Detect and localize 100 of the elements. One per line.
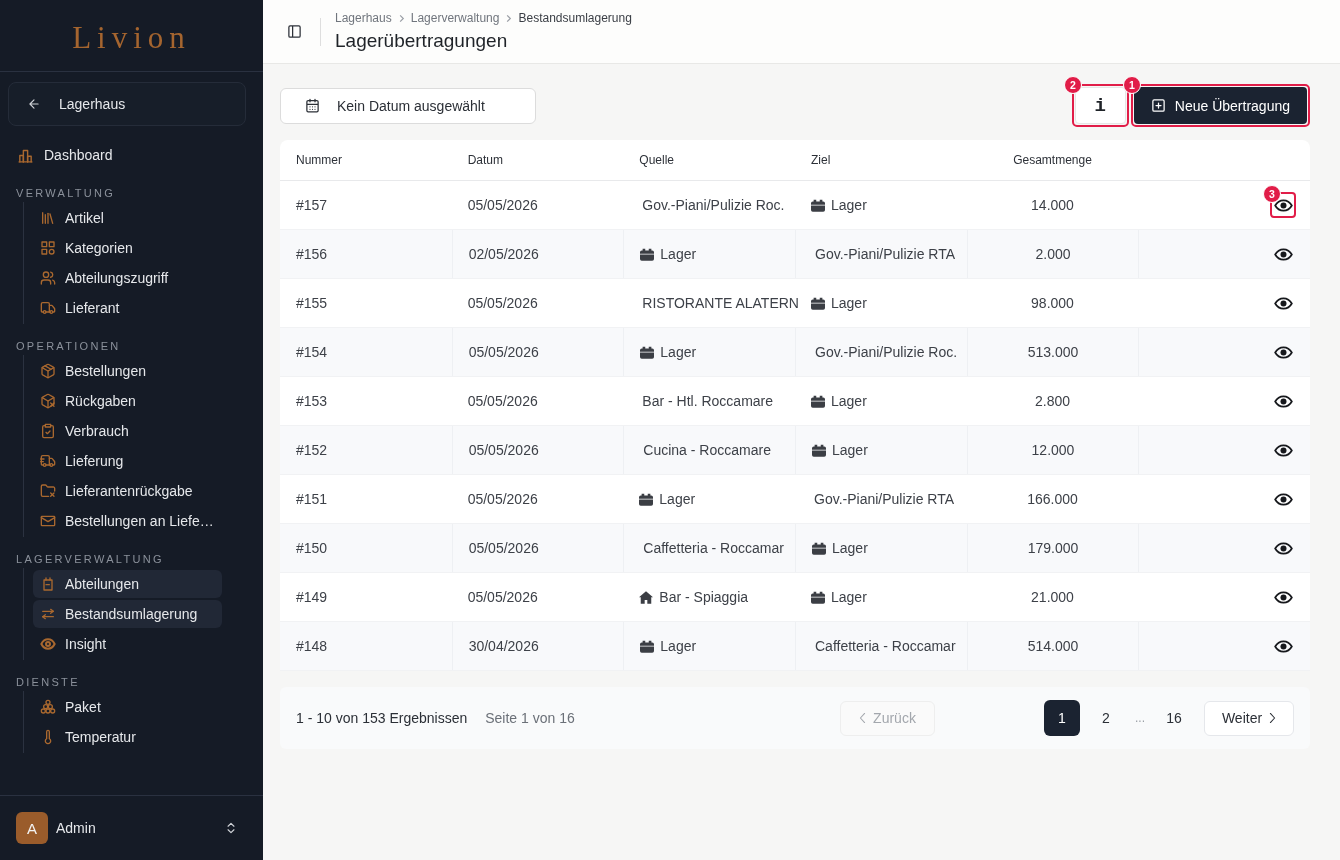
eye-icon: [1273, 443, 1293, 457]
arrow-left-icon: [27, 97, 41, 111]
nav-item[interactable]: Dashboard: [16, 141, 205, 169]
books-icon: [40, 210, 56, 226]
nav-item[interactable]: Insight: [33, 630, 222, 658]
briefcase-icon: [640, 247, 655, 261]
transfer-date: 05/05/2026: [467, 295, 538, 311]
transfer-date: 05/05/2026: [468, 442, 539, 458]
transfer-number: #151: [296, 491, 328, 507]
nav-item[interactable]: Kategorien: [33, 234, 222, 262]
page-button[interactable]: 16: [1156, 700, 1192, 736]
briefcase-icon: [811, 296, 825, 310]
transfer-date: 05/05/2026: [468, 344, 539, 360]
package-x-icon: [40, 393, 56, 409]
nav-item[interactable]: Lieferant: [33, 294, 222, 322]
source-location: Bar - Spiaggia: [659, 589, 749, 605]
total-quantity: 2.800: [1034, 393, 1070, 409]
nav-item[interactable]: Paket: [33, 693, 222, 721]
page-indicator: Seite 1 von 16: [485, 710, 575, 726]
section-title: LAGERVERWALTUNG: [16, 552, 165, 567]
nav-item[interactable]: Artikel: [33, 204, 222, 232]
eye-icon: [1273, 345, 1293, 359]
callout-badge: 2: [1063, 76, 1082, 94]
total-quantity: 179.000: [1027, 540, 1079, 556]
date-filter-button[interactable]: Kein Datum ausgewählt: [280, 87, 536, 124]
nav-item[interactable]: Rückgaben: [33, 387, 222, 415]
transfer-date: 30/04/2026: [468, 638, 539, 654]
destination-location: Lager: [832, 442, 868, 458]
source-location: Lager: [660, 344, 697, 360]
stacked-circles-icon: [40, 699, 56, 715]
destination-location: Lager: [831, 589, 867, 605]
back-button[interactable]: Lagerhaus: [8, 82, 246, 126]
chevron-right-icon: [504, 13, 514, 23]
transfer-date: 05/05/2026: [467, 589, 538, 605]
grid-icon: [40, 240, 56, 256]
transfer-number: #152: [296, 442, 328, 458]
breadcrumb-link[interactable]: Lagerhaus: [335, 11, 392, 25]
source-location: Lager: [660, 638, 697, 654]
house-icon: [639, 590, 654, 604]
source-location: RISTORANTE ALATERN: [642, 295, 799, 311]
breadcrumb-link[interactable]: Bestandsumlagerung: [518, 11, 632, 25]
briefcase-icon: [640, 639, 655, 653]
nav-item[interactable]: Verbrauch: [33, 417, 222, 445]
page-button[interactable]: 1: [1044, 700, 1080, 736]
destination-location: Lager: [831, 197, 867, 213]
source-location: Caffetteria - Roccamar: [643, 540, 784, 556]
nav-item[interactable]: Abteilungen: [33, 570, 222, 598]
briefcase-icon: [640, 345, 655, 359]
transfer-date: 05/05/2026: [467, 491, 538, 507]
transfer-number: #149: [296, 589, 328, 605]
column-header: Nummer: [296, 153, 342, 167]
users-icon: [40, 270, 56, 286]
eye-icon: [1273, 198, 1293, 212]
nav-item[interactable]: Temperatur: [33, 723, 222, 751]
total-quantity: 12.000: [1031, 442, 1075, 458]
total-quantity: 98.000: [1031, 295, 1074, 311]
eye-icon: [40, 636, 56, 652]
destination-location: Lager: [831, 295, 867, 311]
transfer-number: #157: [296, 197, 328, 213]
chevron-right-icon: [1269, 712, 1277, 724]
transfer-number: #154: [296, 344, 328, 360]
eye-icon: [1273, 296, 1293, 310]
column-header: Gesamtmenge: [1013, 153, 1092, 167]
nav-item[interactable]: Bestellungen: [33, 357, 222, 385]
destination-location: Gov.-Piani/Pulizie RTA: [815, 246, 956, 262]
logo: Livion: [72, 19, 191, 56]
mail-icon: [40, 513, 56, 529]
destination-location: Caffetteria - Roccamar: [815, 638, 956, 654]
source-location: Lager: [660, 246, 697, 262]
nav-item[interactable]: Bestellungen an Liefe…: [33, 507, 222, 535]
total-quantity: 513.000: [1027, 344, 1079, 360]
transfer-date: 02/05/2026: [468, 246, 539, 262]
column-header: Datum: [467, 153, 503, 167]
nav-item[interactable]: Lieferung: [33, 447, 222, 475]
calendar-icon: [305, 98, 320, 113]
nav-item[interactable]: Bestandsumlagerung: [33, 600, 222, 628]
callout-badge: 1: [1122, 76, 1141, 94]
chevron-left-icon: [859, 712, 867, 724]
truck-icon: [40, 300, 56, 316]
nav-item[interactable]: Lieferantenrückgabe: [33, 477, 222, 505]
package-icon: [40, 363, 56, 379]
destination-location: Lager: [831, 393, 867, 409]
arrows-left-right-icon: [40, 606, 56, 622]
user-avatar: A: [16, 812, 48, 844]
page-button[interactable]: 2: [1088, 700, 1124, 736]
folder-x-icon: [40, 483, 56, 499]
results-count: 1 - 10 von 153 Ergebnissen: [296, 710, 468, 726]
eye-icon: [1273, 394, 1293, 408]
eye-icon: [1273, 541, 1293, 555]
transfer-number: #153: [296, 393, 328, 409]
sidebar-toggle-icon[interactable]: [287, 24, 302, 39]
transfer-number: #156: [296, 246, 328, 262]
destination-location: Lager: [832, 540, 868, 556]
eye-icon: [1273, 247, 1293, 261]
briefcase-icon: [811, 394, 825, 408]
total-quantity: 166.000: [1027, 491, 1078, 507]
next-button[interactable]: Weiter: [1204, 700, 1294, 736]
section-title: VERWALTUNG: [16, 186, 117, 201]
breadcrumb-link[interactable]: Lagerverwaltung: [410, 11, 500, 25]
nav-item[interactable]: Abteilungszugriff: [33, 264, 222, 292]
